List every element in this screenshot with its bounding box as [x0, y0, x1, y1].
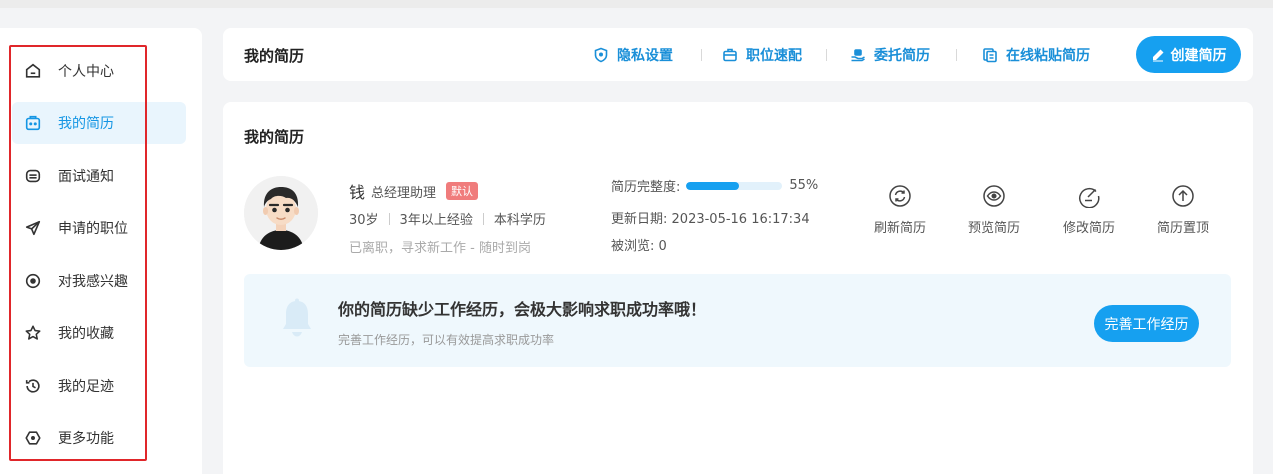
sidebar-item-label: 更多功能	[58, 431, 114, 447]
complete-experience-button[interactable]: 完善工作经历	[1094, 305, 1199, 342]
section-title: 我的简历	[244, 128, 305, 146]
separator	[701, 49, 702, 61]
pen-icon	[1152, 49, 1163, 61]
views-value: 0	[658, 239, 667, 254]
entrust-resume-link[interactable]: 委托简历	[850, 45, 930, 65]
completeness-label: 简历完整度:	[611, 180, 681, 195]
edit-resume-label: 修改简历	[1062, 221, 1115, 236]
job-match-link[interactable]: 职位速配	[722, 45, 802, 65]
briefcase-icon	[723, 48, 737, 62]
preview-icon	[983, 185, 1005, 207]
more-icon	[23, 428, 43, 448]
send-icon	[23, 218, 43, 238]
paste-icon	[983, 48, 997, 63]
missing-experience-notice: 你的简历缺少工作经历，会极大影响求职成功率哦！ 完善工作经历，可以有效提高求职成…	[244, 274, 1231, 367]
paste-resume-link[interactable]: 在线粘贴简历	[982, 45, 1090, 65]
pin-resume-label: 简历置顶	[1156, 221, 1209, 236]
updated-label: 更新日期:	[611, 212, 668, 227]
privacy-settings-label: 隐私设置	[617, 48, 673, 64]
job-match-label: 职位速配	[746, 48, 802, 64]
entrust-resume-label: 委托简历	[874, 48, 930, 64]
top-divider	[0, 0, 1273, 8]
views-row: 被浏览: 0	[611, 235, 667, 254]
candidate-experience: 3年以上经验	[399, 213, 473, 228]
sidebar-item-applied-jobs[interactable]: 申请的职位	[12, 207, 186, 249]
page-title: 我的简历	[244, 47, 305, 65]
sidebar-item-label: 申请的职位	[58, 221, 128, 237]
privacy-settings-link[interactable]: 隐私设置	[593, 45, 673, 65]
sidebar-item-interested-in-me[interactable]: 对我感兴趣	[12, 260, 186, 302]
sidebar-item-favorites[interactable]: 我的收藏	[12, 312, 186, 354]
star-icon	[23, 323, 43, 343]
notice-title: 你的简历缺少工作经历，会极大影响求职成功率哦！	[338, 300, 707, 319]
avatar	[244, 176, 318, 250]
separator	[388, 212, 390, 225]
home-icon	[23, 61, 43, 81]
create-resume-label: 创建简历	[1170, 47, 1227, 64]
preview-resume-label: 预览简历	[967, 221, 1020, 236]
updated-row: 更新日期: 2023-05-16 16:17:34	[611, 208, 810, 227]
separator	[956, 49, 957, 61]
sidebar-item-more[interactable]: 更多功能	[12, 417, 186, 459]
create-resume-button[interactable]: 创建简历	[1136, 36, 1241, 73]
bell-icon	[283, 298, 311, 337]
notice-subtitle: 完善工作经历，可以有效提高求职成功率	[338, 333, 555, 347]
separator	[482, 212, 484, 225]
completeness-value: 55%	[789, 178, 819, 193]
sidebar-item-label: 我的足迹	[58, 379, 114, 395]
sidebar-item-label: 面试通知	[58, 169, 114, 185]
name-row: 钱 总经理助理 默认	[349, 179, 479, 203]
sidebar-item-interview[interactable]: 面试通知	[12, 155, 186, 197]
edit-resume-button[interactable]: 修改简历	[1054, 184, 1124, 236]
candidate-education: 本科学历	[493, 213, 546, 228]
interview-icon	[23, 166, 43, 186]
refresh-resume-label: 刷新简历	[873, 221, 926, 236]
resume-card: 我的简历 钱 总经理助理 默认 30岁 3年以上经验 本科学历 已离职，寻求新工…	[223, 102, 1253, 474]
sidebar-item-label: 我的简历	[58, 116, 114, 132]
sidebar-item-label: 对我感兴趣	[58, 274, 128, 290]
preview-resume-button[interactable]: 预览简历	[959, 184, 1029, 236]
refresh-icon	[889, 185, 911, 207]
job-status: 已离职，寻求新工作 - 随时到岗	[349, 241, 531, 256]
separator	[826, 49, 827, 61]
resume-icon	[23, 113, 43, 133]
eye-icon	[23, 271, 43, 291]
sidebar: 个人中心 我的简历 面试通知 申请的职位 对我感兴趣 我的收藏 我的足迹 更多功…	[0, 28, 202, 474]
refresh-resume-button[interactable]: 刷新简历	[865, 184, 935, 236]
sidebar-item-my-resume[interactable]: 我的简历	[12, 102, 186, 144]
top-icon	[1172, 185, 1194, 207]
completeness-row: 简历完整度: 55%	[611, 176, 818, 195]
pin-resume-button[interactable]: 简历置顶	[1148, 184, 1218, 236]
sidebar-item-personal-center[interactable]: 个人中心	[12, 50, 186, 92]
completeness-progress-fill	[686, 181, 740, 190]
paste-resume-label: 在线粘贴简历	[1006, 48, 1090, 64]
default-badge: 默认	[446, 182, 479, 200]
completeness-progress-bar	[686, 181, 783, 190]
history-icon	[23, 376, 43, 396]
candidate-age: 30岁	[349, 213, 379, 228]
candidate-name: 钱	[349, 183, 366, 202]
info-row: 30岁 3年以上经验 本科学历	[349, 209, 546, 228]
sidebar-item-label: 我的收藏	[58, 326, 114, 342]
sidebar-item-label: 个人中心	[58, 64, 114, 80]
views-label: 被浏览:	[611, 239, 655, 254]
updated-value: 2023-05-16 16:17:34	[671, 212, 810, 227]
header-bar: 我的简历 隐私设置 职位速配 委托简历 在线粘贴简历 创建简历	[223, 28, 1253, 81]
candidate-job: 总经理助理	[371, 185, 437, 201]
hand-icon	[851, 49, 865, 62]
edit-icon	[1079, 187, 1100, 208]
shield-icon	[594, 47, 608, 63]
sidebar-item-footprints[interactable]: 我的足迹	[12, 365, 186, 407]
